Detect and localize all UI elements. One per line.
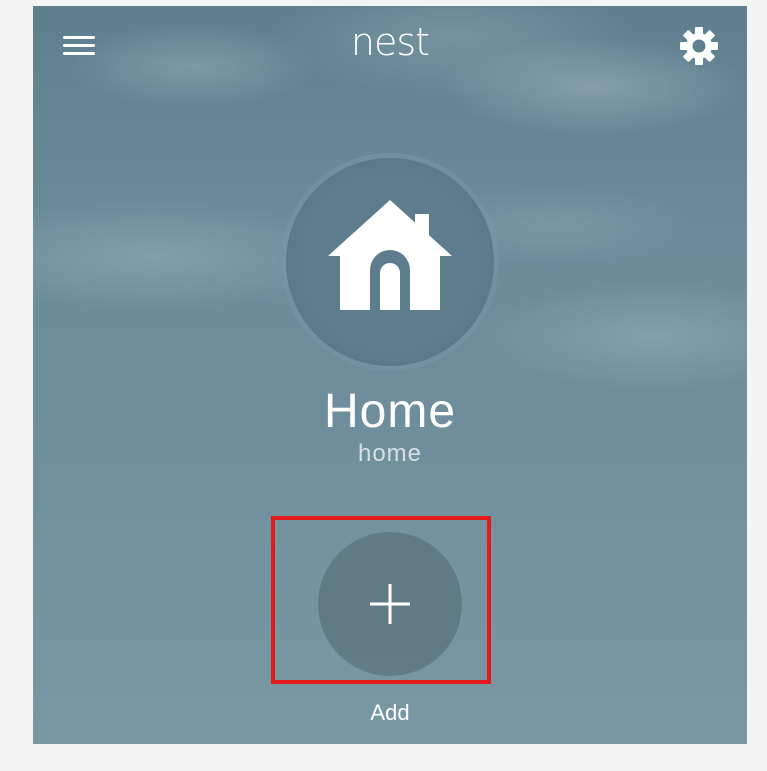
settings-button[interactable]	[677, 24, 721, 68]
home-icon	[328, 200, 452, 310]
add-device-label: Add	[370, 700, 410, 725]
add-device-button[interactable]	[318, 532, 462, 676]
gear-icon	[680, 27, 718, 65]
structure-name: Home	[323, 385, 457, 438]
structure-home-button[interactable]	[286, 158, 494, 366]
structure-type: home	[357, 440, 423, 467]
nest-app-screen: nest Home home Add	[33, 6, 747, 744]
plus-icon	[370, 584, 410, 624]
nest-logo: nest	[350, 20, 430, 64]
